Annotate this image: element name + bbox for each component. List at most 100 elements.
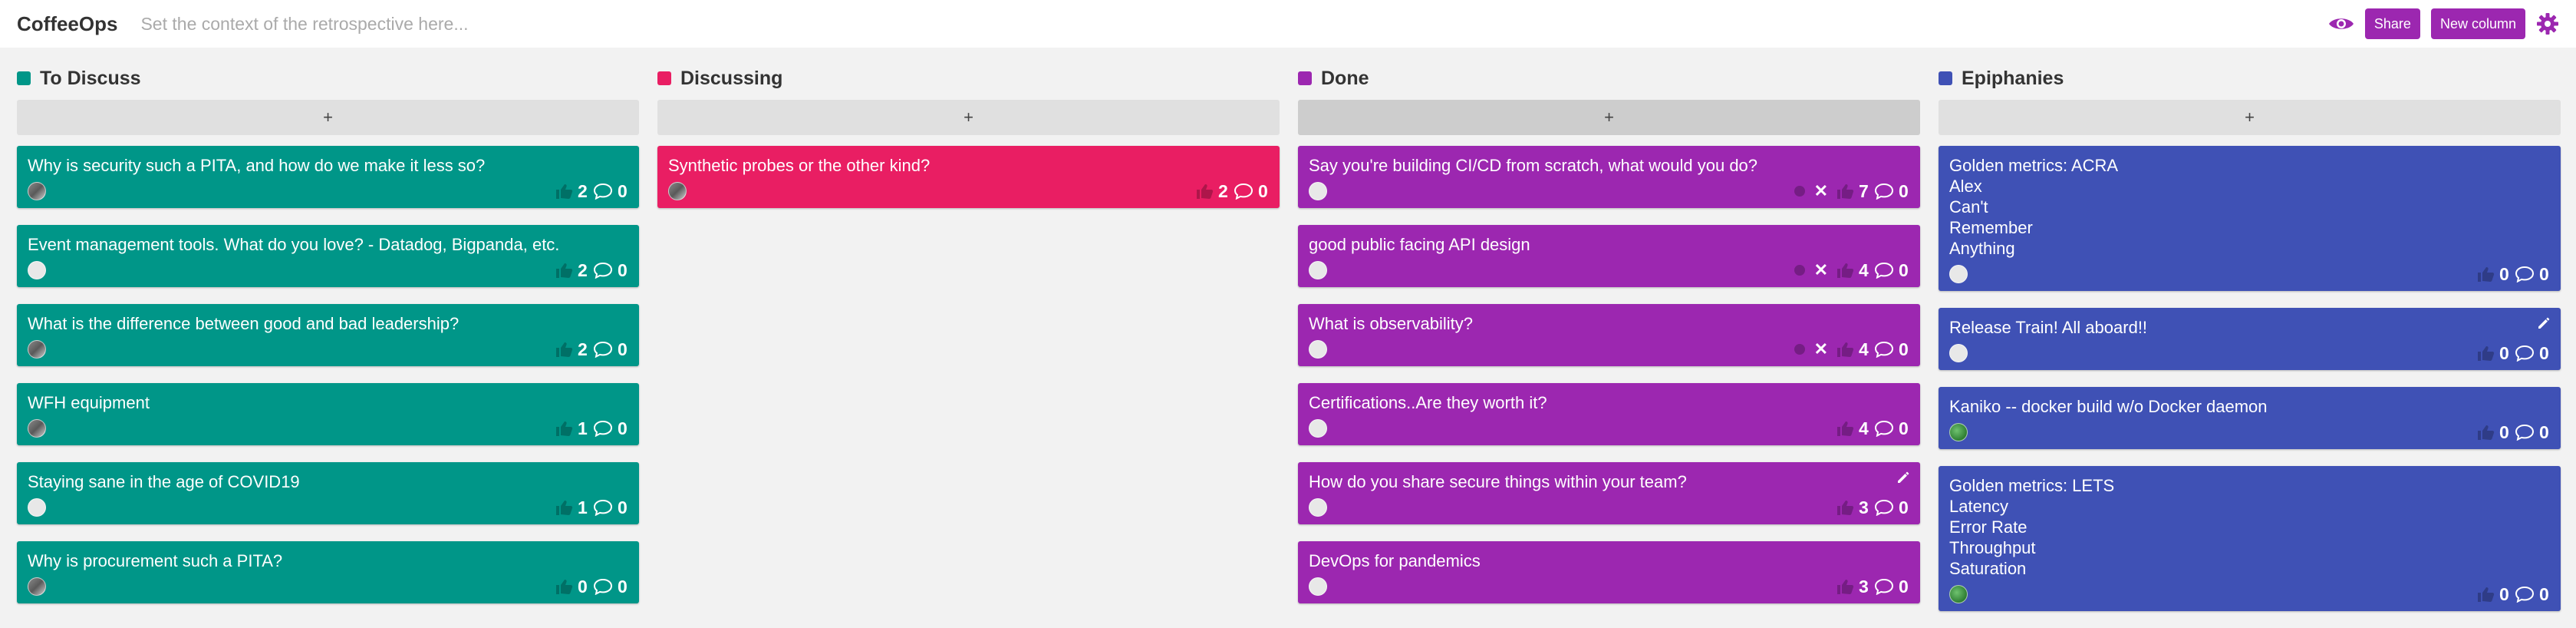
card[interactable]: Staying sane in the age of COVID19 1 0 bbox=[17, 462, 639, 524]
thumbs-up-icon[interactable] bbox=[2476, 266, 2495, 283]
comment-icon[interactable] bbox=[1874, 578, 1894, 595]
add-card-button[interactable]: + bbox=[17, 100, 639, 135]
comment-icon[interactable] bbox=[593, 183, 613, 200]
avatar bbox=[1949, 423, 1968, 441]
column-header: Epiphanies bbox=[1939, 64, 2561, 92]
comment-icon[interactable] bbox=[2515, 586, 2535, 603]
comment-count: 0 bbox=[2539, 263, 2549, 284]
thumbs-up-icon[interactable] bbox=[2476, 424, 2495, 441]
share-button[interactable]: Share bbox=[2364, 8, 2420, 39]
avatar bbox=[28, 577, 46, 596]
comment-icon[interactable] bbox=[2515, 345, 2535, 362]
thumbs-up-icon[interactable] bbox=[555, 420, 573, 437]
comment-icon[interactable] bbox=[1874, 341, 1894, 358]
card-text: What is observability? bbox=[1309, 314, 1473, 333]
avatar bbox=[28, 340, 46, 359]
thumbs-up-icon[interactable] bbox=[555, 183, 573, 200]
new-column-button[interactable]: New column bbox=[2430, 8, 2525, 39]
close-icon[interactable]: ✕ bbox=[1814, 181, 1828, 201]
comment-icon[interactable] bbox=[593, 499, 613, 516]
comment-icon[interactable] bbox=[2515, 266, 2535, 283]
thumbs-up-icon[interactable] bbox=[555, 341, 573, 358]
card[interactable]: How do you share secure things within yo… bbox=[1298, 462, 1920, 524]
column-title[interactable]: Discussing bbox=[680, 68, 782, 90]
comment-count: 0 bbox=[1899, 259, 1909, 280]
card[interactable]: Release Train! All aboard!! 0 0 bbox=[1939, 308, 2561, 370]
board: To Discuss + Why is security such a PITA… bbox=[0, 64, 2576, 628]
pencil-icon[interactable] bbox=[2536, 316, 2551, 331]
like-count: 1 bbox=[578, 418, 588, 438]
thumbs-up-icon[interactable] bbox=[1836, 183, 1854, 200]
like-count: 0 bbox=[2499, 342, 2509, 363]
card[interactable]: DevOps for pandemics 3 0 bbox=[1298, 541, 1920, 603]
comment-icon[interactable] bbox=[1874, 262, 1894, 279]
card[interactable]: Synthetic probes or the other kind? 2 0 bbox=[657, 146, 1280, 208]
comment-count: 0 bbox=[1899, 180, 1909, 201]
column-discussing: Discussing + Synthetic probes or the oth… bbox=[657, 64, 1280, 628]
avatar bbox=[1309, 182, 1327, 200]
card[interactable]: What is observability? ✕ 4 0 bbox=[1298, 304, 1920, 366]
card[interactable]: Golden metrics: ACRA Alex Can't Remember… bbox=[1939, 146, 2561, 291]
card-text: Kaniko -- docker build w/o Docker daemon bbox=[1949, 397, 2268, 416]
card-text: Synthetic probes or the other kind? bbox=[668, 156, 931, 175]
card-text: Why is procurement such a PITA? bbox=[28, 551, 283, 570]
avatar bbox=[1309, 498, 1327, 517]
dot-icon bbox=[1794, 186, 1805, 197]
card[interactable]: Why is security such a PITA, and how do … bbox=[17, 146, 639, 208]
context-input[interactable] bbox=[139, 12, 833, 35]
comment-count: 0 bbox=[618, 339, 628, 359]
add-card-button[interactable]: + bbox=[1298, 100, 1920, 135]
add-card-button[interactable]: + bbox=[657, 100, 1280, 135]
thumbs-up-icon[interactable] bbox=[1836, 262, 1854, 279]
eye-icon[interactable] bbox=[2328, 15, 2354, 32]
comment-icon[interactable] bbox=[593, 578, 613, 595]
card[interactable]: WFH equipment 1 0 bbox=[17, 383, 639, 445]
top-actions: Share New column bbox=[2328, 0, 2559, 48]
column-epiphanies: Epiphanies + Golden metrics: ACRA Alex C… bbox=[1939, 64, 2561, 628]
thumbs-up-icon[interactable] bbox=[1836, 578, 1854, 595]
close-icon[interactable]: ✕ bbox=[1814, 339, 1828, 359]
thumbs-up-icon[interactable] bbox=[1836, 341, 1854, 358]
card[interactable]: Golden metrics: LETS Latency Error Rate … bbox=[1939, 466, 2561, 611]
column-title[interactable]: Epiphanies bbox=[1962, 68, 2064, 90]
thumbs-up-icon[interactable] bbox=[555, 262, 573, 279]
comment-icon[interactable] bbox=[1874, 499, 1894, 516]
like-count: 1 bbox=[578, 497, 588, 517]
comment-icon[interactable] bbox=[593, 420, 613, 437]
thumbs-up-icon[interactable] bbox=[1836, 499, 1854, 516]
card[interactable]: Kaniko -- docker build w/o Docker daemon… bbox=[1939, 387, 2561, 449]
comment-icon[interactable] bbox=[2515, 424, 2535, 441]
comment-icon[interactable] bbox=[1234, 183, 1253, 200]
column-title[interactable]: To Discuss bbox=[40, 68, 141, 90]
comment-icon[interactable] bbox=[593, 262, 613, 279]
add-card-button[interactable]: + bbox=[1939, 100, 2561, 135]
thumbs-up-icon[interactable] bbox=[555, 499, 573, 516]
column-title[interactable]: Done bbox=[1321, 68, 1369, 90]
comment-count: 0 bbox=[618, 497, 628, 517]
card[interactable]: Event management tools. What do you love… bbox=[17, 225, 639, 287]
thumbs-up-icon[interactable] bbox=[555, 578, 573, 595]
avatar bbox=[1309, 577, 1327, 596]
column-color-swatch bbox=[1298, 71, 1312, 85]
thumbs-up-icon[interactable] bbox=[1836, 420, 1854, 437]
card-text: Golden metrics: ACRA Alex Can't Remember… bbox=[1949, 156, 2119, 258]
comment-icon[interactable] bbox=[1874, 420, 1894, 437]
like-count: 0 bbox=[578, 576, 588, 597]
pencil-icon[interactable] bbox=[1896, 470, 1911, 485]
thumbs-up-icon[interactable] bbox=[2476, 345, 2495, 362]
card[interactable]: Why is procurement such a PITA? 0 0 bbox=[17, 541, 639, 603]
card[interactable]: Say you're building CI/CD from scratch, … bbox=[1298, 146, 1920, 208]
thumbs-up-icon[interactable] bbox=[1195, 183, 1214, 200]
close-icon[interactable]: ✕ bbox=[1814, 260, 1828, 280]
avatar bbox=[1949, 265, 1968, 283]
comment-icon[interactable] bbox=[593, 341, 613, 358]
gear-icon[interactable] bbox=[2536, 12, 2559, 35]
like-count: 0 bbox=[2499, 263, 2509, 284]
card[interactable]: Certifications..Are they worth it? 4 0 bbox=[1298, 383, 1920, 445]
dot-icon bbox=[1794, 265, 1805, 276]
card[interactable]: good public facing API design ✕ 4 0 bbox=[1298, 225, 1920, 287]
card[interactable]: What is the difference between good and … bbox=[17, 304, 639, 366]
like-count: 2 bbox=[1218, 180, 1228, 201]
comment-icon[interactable] bbox=[1874, 183, 1894, 200]
thumbs-up-icon[interactable] bbox=[2476, 586, 2495, 603]
